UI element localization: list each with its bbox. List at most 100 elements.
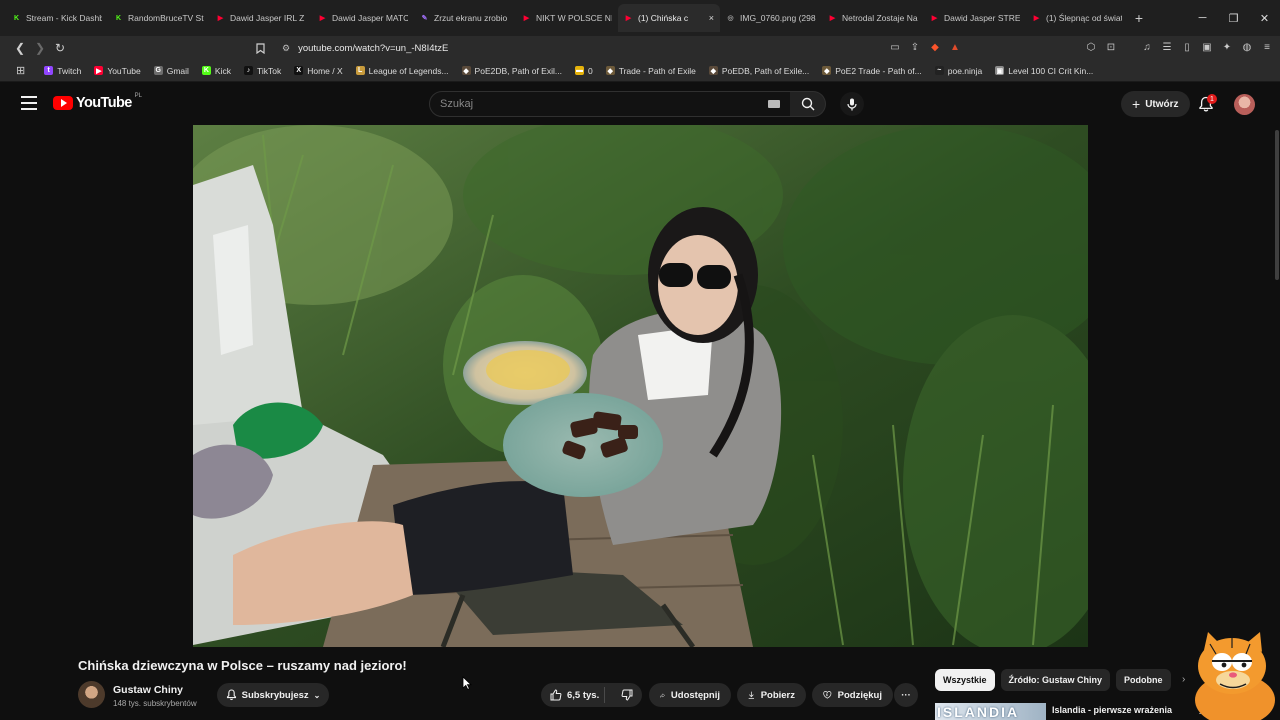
tab-favicon-icon: ▶ xyxy=(625,15,632,22)
bookmark-item[interactable]: L League of Legends... xyxy=(351,66,454,76)
close-tab-icon[interactable]: × xyxy=(709,13,714,23)
leo-ai-icon[interactable]: ✦ xyxy=(1220,38,1234,56)
vpn-icon[interactable]: ◍ xyxy=(1240,38,1254,56)
tab-title: NIKT W POLSCE NI xyxy=(536,13,612,23)
bookmark-list: t Twitch ▶ YouTube G Gmail K Kick ♪ TikTok X Home /… xyxy=(39,66,1098,76)
filter-chip[interactable]: Wszystkie xyxy=(935,669,995,691)
browser-tab[interactable]: ▶ Dawid Jasper STREA xyxy=(924,4,1026,32)
tab-title: IMG_0760.png (298 xyxy=(740,13,816,23)
apps-grid-icon[interactable]: ⊞ xyxy=(16,64,25,77)
bookmark-item[interactable]: ▬ 0 xyxy=(570,66,598,76)
voice-search-button[interactable] xyxy=(840,92,864,116)
restore-icon[interactable]: ❐ xyxy=(1218,0,1249,36)
close-window-icon[interactable]: ✕ xyxy=(1249,0,1280,36)
reload-icon[interactable]: ↻ xyxy=(50,38,70,58)
bookmark-favicon-icon: ▶ xyxy=(94,66,104,75)
tab-title: Dawid Jasper STREA xyxy=(944,13,1020,23)
scrollbar-thumb[interactable] xyxy=(1275,130,1279,280)
account-avatar[interactable] xyxy=(1234,94,1255,115)
url-text[interactable]: youtube.com/watch?v=un_-N8I4tzE xyxy=(298,43,448,54)
bookmark-favicon-icon: ▬ xyxy=(574,66,584,75)
channel-name[interactable]: Gustaw Chiny xyxy=(113,684,183,696)
browser-tab[interactable]: ▶ Dawid Jasper IRL Z xyxy=(210,4,312,32)
subscribe-label: Subskrybujesz xyxy=(241,689,309,701)
like-count: 6,5 tys. xyxy=(567,689,600,701)
share-page-icon[interactable]: ⇪ xyxy=(908,38,922,56)
browser-tab[interactable]: K Stream - Kick Dashb xyxy=(6,4,108,32)
tab-title: Dawid Jasper MATC xyxy=(332,13,408,23)
bookmark-item[interactable]: G Gmail xyxy=(149,66,194,76)
youtube-header: YouTube PL Szukaj + Utwórz xyxy=(0,83,1280,125)
bookmark-label: PoEDB, Path of Exile... xyxy=(721,65,810,76)
search-button[interactable] xyxy=(790,91,826,117)
bookmark-item[interactable]: ◆ PoEDB, Path of Exile... xyxy=(704,66,814,76)
youtube-play-icon xyxy=(53,96,73,110)
create-button[interactable]: + Utwórz xyxy=(1121,91,1190,117)
filter-chip[interactable]: Źródło: Gustaw Chiny xyxy=(1000,669,1111,691)
site-info-icon[interactable]: ⚙ xyxy=(282,43,290,54)
browser-tab[interactable]: ▶ (1) Chińska c × xyxy=(618,4,720,32)
wallet-icon[interactable]: ▣ xyxy=(1200,38,1214,56)
screenshot-icon[interactable]: ⊡ xyxy=(1104,38,1118,56)
browser-tab[interactable]: ◎ IMG_0760.png (298 xyxy=(720,4,822,32)
browser-tab[interactable]: ✎ Zrzut ekranu zrobio xyxy=(414,4,516,32)
browser-tab[interactable]: ▶ NIKT W POLSCE NI xyxy=(516,4,618,32)
minimize-icon[interactable]: ─ xyxy=(1187,0,1218,36)
keyboard-icon[interactable] xyxy=(768,100,780,108)
like-button[interactable]: 6,5 tys. xyxy=(541,687,606,703)
download-button[interactable]: Pobierz xyxy=(737,683,806,707)
tab-favicon-icon: K xyxy=(115,14,122,22)
thanks-button[interactable]: $ Podziękuj xyxy=(812,683,893,707)
plus-icon: + xyxy=(1132,96,1141,112)
mouse-cursor-icon xyxy=(462,676,472,690)
bookmark-item[interactable]: X Home / X xyxy=(289,66,347,76)
share-arrow-icon xyxy=(660,692,665,697)
browser-tab[interactable]: K RandomBruceTV St xyxy=(108,4,210,32)
tab-favicon-icon: ▶ xyxy=(523,15,530,22)
recommended-thumbnail[interactable]: ISLANDIA xyxy=(935,703,1046,720)
bookmark-item[interactable]: ◆ Trade - Path of Exile xyxy=(601,66,701,76)
guide-menu-icon[interactable] xyxy=(21,96,37,110)
share-button[interactable]: Udostępnij xyxy=(649,683,731,707)
subscribed-button[interactable]: Subskrybujesz ⌄ xyxy=(217,683,329,707)
channel-avatar[interactable] xyxy=(78,681,105,708)
toolbar-spacer xyxy=(968,38,1078,56)
extensions-icon[interactable]: ⬡ xyxy=(1084,38,1098,56)
filter-chip[interactable]: Podobne xyxy=(1116,669,1171,691)
cast-icon[interactable]: ▭ xyxy=(888,38,902,56)
youtube-wordmark: YouTube xyxy=(76,95,132,111)
bookmark-item[interactable]: ▶ YouTube xyxy=(89,66,145,76)
svg-text:$: $ xyxy=(826,693,828,697)
more-horizontal-icon: ··· xyxy=(901,689,911,701)
rewards-icon[interactable]: ▲ xyxy=(948,38,962,56)
music-icon[interactable]: ♫ xyxy=(1140,38,1154,56)
dislike-button[interactable] xyxy=(611,689,642,701)
bookmark-item[interactable]: ▣ Level 100 CI Crit Kin... xyxy=(990,66,1098,76)
download-icon xyxy=(748,691,755,699)
new-tab-button[interactable]: + xyxy=(1128,7,1150,29)
bookmark-label: Level 100 CI Crit Kin... xyxy=(1008,65,1094,76)
bookmark-page-icon[interactable] xyxy=(250,38,270,58)
browser-tab[interactable]: ▶ (1) Ślepnąc od świat xyxy=(1026,4,1128,32)
more-actions-button[interactable]: ··· xyxy=(894,683,918,707)
youtube-logo[interactable]: YouTube PL xyxy=(53,93,142,111)
bookmark-item[interactable]: ♪ TikTok xyxy=(239,66,286,76)
bookmark-item[interactable]: K Kick xyxy=(197,66,236,76)
bookmark-item[interactable]: ~ poe.ninja xyxy=(930,66,988,76)
bookmark-item[interactable]: ◆ PoE2 Trade - Path of... xyxy=(817,66,926,76)
video-player[interactable] xyxy=(193,125,1088,647)
browser-tab[interactable]: ▶ Netrodal Zostaje Na xyxy=(822,4,924,32)
search-input[interactable]: Szukaj xyxy=(429,91,791,117)
recommended-title[interactable]: Islandia - pierwsze wrażenia xyxy=(1052,705,1172,715)
thumbs-up-icon xyxy=(550,689,562,701)
forward-icon[interactable]: ❯ xyxy=(30,38,50,58)
reading-list-icon[interactable]: ☰ xyxy=(1160,38,1174,56)
menu-icon[interactable]: ≡ xyxy=(1260,38,1274,56)
bookmark-item[interactable]: t Twitch xyxy=(39,66,86,76)
browser-tab[interactable]: ▶ Dawid Jasper MATC xyxy=(312,4,414,32)
brave-shield-icon[interactable]: ◆ xyxy=(928,38,942,56)
sidebar-icon[interactable]: ▯ xyxy=(1180,38,1194,56)
bookmark-item[interactable]: ◆ PoE2DB, Path of Exil... xyxy=(457,66,567,76)
chips-next-icon[interactable]: › xyxy=(1182,674,1185,685)
back-icon[interactable]: ❮ xyxy=(10,38,30,58)
